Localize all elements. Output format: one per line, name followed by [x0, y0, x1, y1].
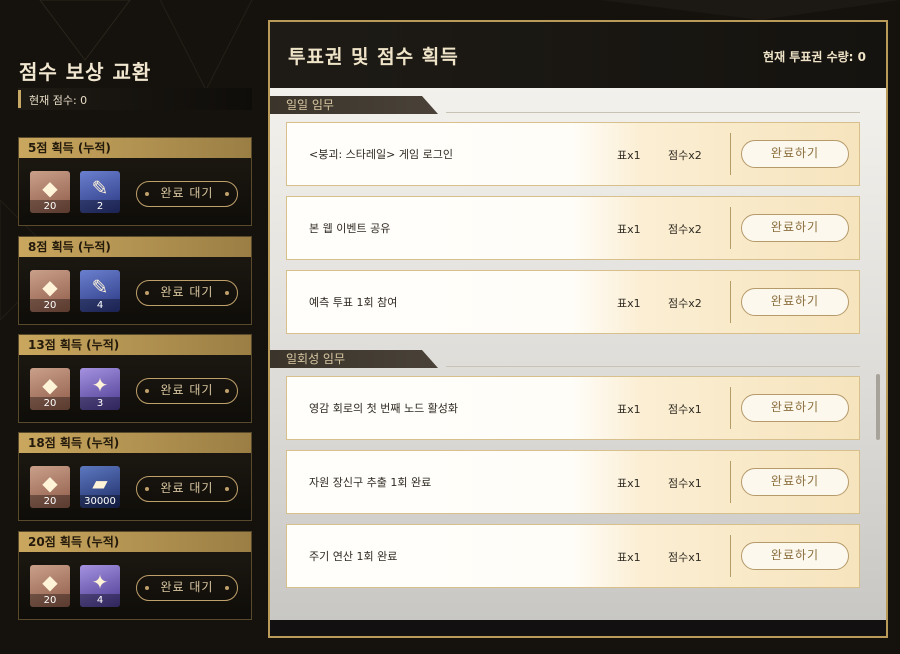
panel-title: 점수 보상 교환: [19, 60, 152, 84]
row-divider: [730, 461, 731, 503]
task-name: <붕괴: 스타레일> 게임 로그인: [309, 148, 453, 161]
reward-label: 5점 획득 (누적): [19, 138, 251, 158]
score-reward: 점수x2: [668, 297, 702, 310]
scrollbar[interactable]: [876, 374, 880, 440]
current-score-bar: 현재 점수: 0: [18, 88, 252, 110]
reward-card: 5점 획득 (누적) ◆ 20 ✎ 2 완료 대기: [18, 137, 252, 226]
complete-button[interactable]: 완료하기: [741, 288, 849, 316]
score-reward-panel: 점수 보상 교환 현재 점수: 0 5점 획득 (누적) ◆ 20 ✎ 2 완료 대…: [0, 0, 262, 654]
panel-header: 투표권 및 점수 획득 현재 투표권 수량: 0: [270, 22, 886, 88]
crystal-icon: ◆ 20: [30, 368, 70, 410]
item-quantity: 20: [30, 299, 70, 312]
vote-reward: 표x1: [617, 403, 641, 416]
complete-button[interactable]: 완료하기: [741, 140, 849, 168]
daily-missions-tab: 일일 임무: [270, 96, 438, 114]
vote-reward: 표x1: [617, 297, 641, 310]
reward-label: 20점 획득 (누적): [19, 532, 251, 552]
reward-card: 8점 획득 (누적) ◆ 20 ✎ 4 완료 대기: [18, 236, 252, 325]
task-name: 자원 장신구 추출 1회 완료: [309, 476, 432, 489]
crystal-icon: ◆ 20: [30, 171, 70, 213]
item-quantity: 30000: [80, 495, 120, 508]
reward-label: 13점 획득 (누적): [19, 335, 251, 355]
vote-count: 현재 투표권 수량: 0: [763, 50, 866, 64]
score-reward: 점수x2: [668, 223, 702, 236]
vote-reward: 표x1: [617, 477, 641, 490]
row-divider: [730, 133, 731, 175]
reward-label: 18점 획득 (누적): [19, 433, 251, 453]
item-quantity: 20: [30, 397, 70, 410]
item-quantity: 20: [30, 594, 70, 607]
item-quantity: 20: [30, 495, 70, 508]
task-row: 영감 회로의 첫 번째 노드 활성화 표x1 점수x1 완료하기: [286, 376, 860, 440]
feather-icon: ✎ 4: [80, 270, 120, 312]
vote-score-panel: 투표권 및 점수 획득 현재 투표권 수량: 0 일일 임무 <붕괴: 스타레일…: [268, 20, 888, 638]
reward-label: 8점 획득 (누적): [19, 237, 251, 257]
vote-reward: 표x1: [617, 149, 641, 162]
row-divider: [730, 535, 731, 577]
task-row: 주기 연산 1회 완료 표x1 점수x1 완료하기: [286, 524, 860, 588]
pending-button[interactable]: 완료 대기: [136, 378, 238, 404]
row-divider: [730, 281, 731, 323]
crystal-icon: ◆ 20: [30, 565, 70, 607]
crystal-icon: ◆ 20: [30, 270, 70, 312]
star-cube-icon: ✦ 3: [80, 368, 120, 410]
feather-icon: ✎ 2: [80, 171, 120, 213]
item-quantity: 3: [80, 397, 120, 410]
task-list: 일일 임무 <붕괴: 스타레일> 게임 로그인 표x1 점수x2 완료하기 본 …: [270, 88, 886, 620]
task-row: 자원 장신구 추출 1회 완료 표x1 점수x1 완료하기: [286, 450, 860, 514]
score-bar-marker: [18, 90, 21, 108]
reward-card: 13점 획득 (누적) ◆ 20 ✦ 3 완료 대기: [18, 334, 252, 423]
task-row: <붕괴: 스타레일> 게임 로그인 표x1 점수x2 완료하기: [286, 122, 860, 186]
item-quantity: 4: [80, 594, 120, 607]
complete-button[interactable]: 완료하기: [741, 214, 849, 242]
score-reward: 점수x1: [668, 403, 702, 416]
crystal-icon: ◆ 20: [30, 466, 70, 508]
item-quantity: 4: [80, 299, 120, 312]
complete-button[interactable]: 완료하기: [741, 468, 849, 496]
star-cube-icon: ✦ 4: [80, 565, 120, 607]
pending-button[interactable]: 완료 대기: [136, 181, 238, 207]
complete-button[interactable]: 완료하기: [741, 542, 849, 570]
reward-card: 18점 획득 (누적) ◆ 20 ▰ 30000 완료 대기: [18, 432, 252, 521]
task-name: 영감 회로의 첫 번째 노드 활성화: [309, 402, 459, 415]
reward-card: 20점 획득 (누적) ◆ 20 ✦ 4 완료 대기: [18, 531, 252, 620]
task-name: 예측 투표 1회 참여: [309, 296, 398, 309]
task-name: 주기 연산 1회 완료: [309, 550, 398, 563]
vote-reward: 표x1: [617, 551, 641, 564]
section-divider: [446, 366, 860, 367]
pending-button[interactable]: 완료 대기: [136, 280, 238, 306]
score-reward: 점수x2: [668, 149, 702, 162]
vote-reward: 표x1: [617, 223, 641, 236]
current-score-text: 현재 점수: 0: [29, 94, 88, 107]
pending-button[interactable]: 완료 대기: [136, 476, 238, 502]
task-name: 본 웹 이벤트 공유: [309, 222, 391, 235]
row-divider: [730, 387, 731, 429]
section-divider: [446, 112, 860, 113]
one-time-missions-tab: 일회성 임무: [270, 350, 438, 368]
score-reward: 점수x1: [668, 551, 702, 564]
panel-title: 투표권 및 점수 획득: [288, 46, 459, 68]
credit-chip-icon: ▰ 30000: [80, 466, 120, 508]
item-quantity: 2: [80, 200, 120, 213]
task-row: 예측 투표 1회 참여 표x1 점수x2 완료하기: [286, 270, 860, 334]
score-reward: 점수x1: [668, 477, 702, 490]
pending-button[interactable]: 완료 대기: [136, 575, 238, 601]
task-row: 본 웹 이벤트 공유 표x1 점수x2 완료하기: [286, 196, 860, 260]
row-divider: [730, 207, 731, 249]
complete-button[interactable]: 완료하기: [741, 394, 849, 422]
item-quantity: 20: [30, 200, 70, 213]
